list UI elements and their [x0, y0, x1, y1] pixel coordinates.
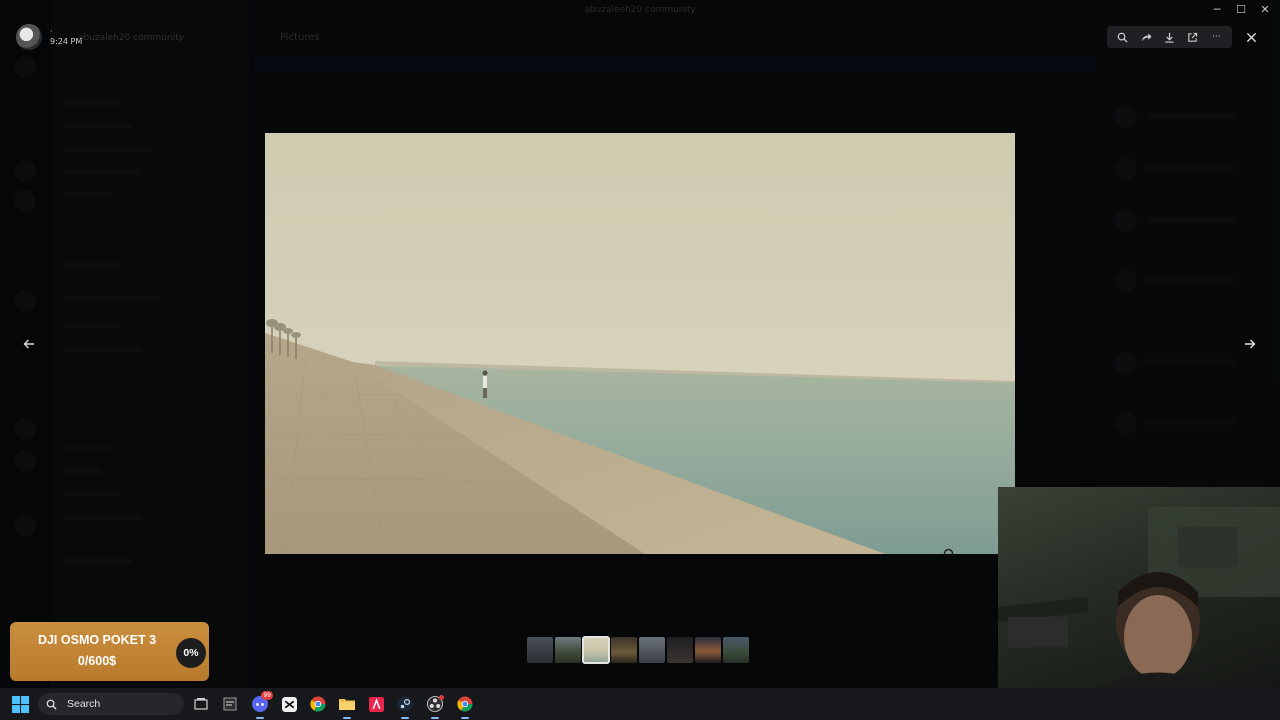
viewer-toolbar: ··· [1107, 26, 1232, 48]
forward-icon[interactable] [1138, 29, 1154, 45]
steam-icon[interactable] [395, 694, 415, 719]
taskbar-search[interactable]: Search [38, 693, 184, 715]
taskbar: Search 99 [0, 688, 1280, 720]
more-icon[interactable]: ··· [1208, 29, 1224, 45]
close-viewer-button[interactable] [1240, 26, 1262, 48]
maximize-button[interactable]: ☐ [1232, 2, 1250, 18]
obs-icon[interactable] [425, 694, 445, 719]
adobe-app-icon[interactable] [366, 694, 386, 714]
thumbnail[interactable] [527, 637, 553, 663]
window-controls: ─ ☐ ✕ [1208, 2, 1274, 18]
webcam-overlay [998, 487, 1280, 688]
thumbnail[interactable] [639, 637, 665, 663]
thumbnail[interactable] [723, 637, 749, 663]
thumbnail[interactable] [555, 637, 581, 663]
file-explorer-icon[interactable] [337, 694, 357, 719]
chrome-icon[interactable] [308, 694, 328, 714]
next-image-button[interactable] [1239, 333, 1261, 355]
open-external-icon[interactable] [1185, 29, 1201, 45]
donation-goal-widget: DJI OSMO POKET 3 0/600$ 0% [10, 622, 209, 681]
tab-pictures: Pictures [280, 32, 320, 43]
close-icon [1246, 32, 1256, 42]
thumbnail[interactable] [667, 637, 693, 663]
avatar[interactable] [16, 24, 42, 50]
window-close-button[interactable]: ✕ [1256, 2, 1274, 18]
chrome-alt-icon[interactable] [455, 694, 475, 719]
donation-goal-percent: 0% [176, 638, 206, 668]
donation-goal-amount: 0/600$ [77, 654, 117, 668]
capcut-icon[interactable] [279, 694, 299, 714]
thumbnail[interactable] [611, 637, 637, 663]
arrow-right-icon [1245, 339, 1256, 349]
window-title: abuzaleeh20 community [584, 5, 696, 15]
minimize-button[interactable]: ─ [1208, 2, 1226, 18]
discord-icon[interactable]: 99 [250, 691, 273, 719]
zoom-cursor-icon [943, 548, 954, 554]
obs-live-dot [439, 695, 444, 700]
discord-image-viewer: abuzaleeh20 community ─ ☐ ✕ · 9:24 PM ab… [0, 0, 1280, 720]
uploader-channel: abuzaleh20 community [78, 33, 184, 43]
thumbnail[interactable] [695, 637, 721, 663]
donation-goal-title: DJI OSMO POKET 3 [37, 633, 157, 647]
arrow-left-icon [23, 339, 34, 349]
zoom-icon[interactable] [1115, 29, 1131, 45]
windows-start-icon[interactable] [12, 696, 29, 713]
uploader-info: · 9:24 PM abuzaleh20 community [16, 24, 184, 50]
search-icon [46, 699, 57, 710]
photo-scene [265, 319, 1015, 554]
thumbnail-selected[interactable] [582, 636, 610, 664]
webcam-feed [998, 507, 1280, 688]
enlarged-image[interactable] [265, 133, 1015, 554]
task-view-icon[interactable] [191, 694, 211, 714]
search-label: Search [67, 698, 101, 710]
thumbnail-strip [527, 636, 749, 664]
download-icon[interactable] [1161, 29, 1177, 45]
dev-app-icon[interactable] [220, 694, 240, 714]
previous-image-button[interactable] [18, 333, 40, 355]
discord-badge: 99 [261, 691, 273, 700]
